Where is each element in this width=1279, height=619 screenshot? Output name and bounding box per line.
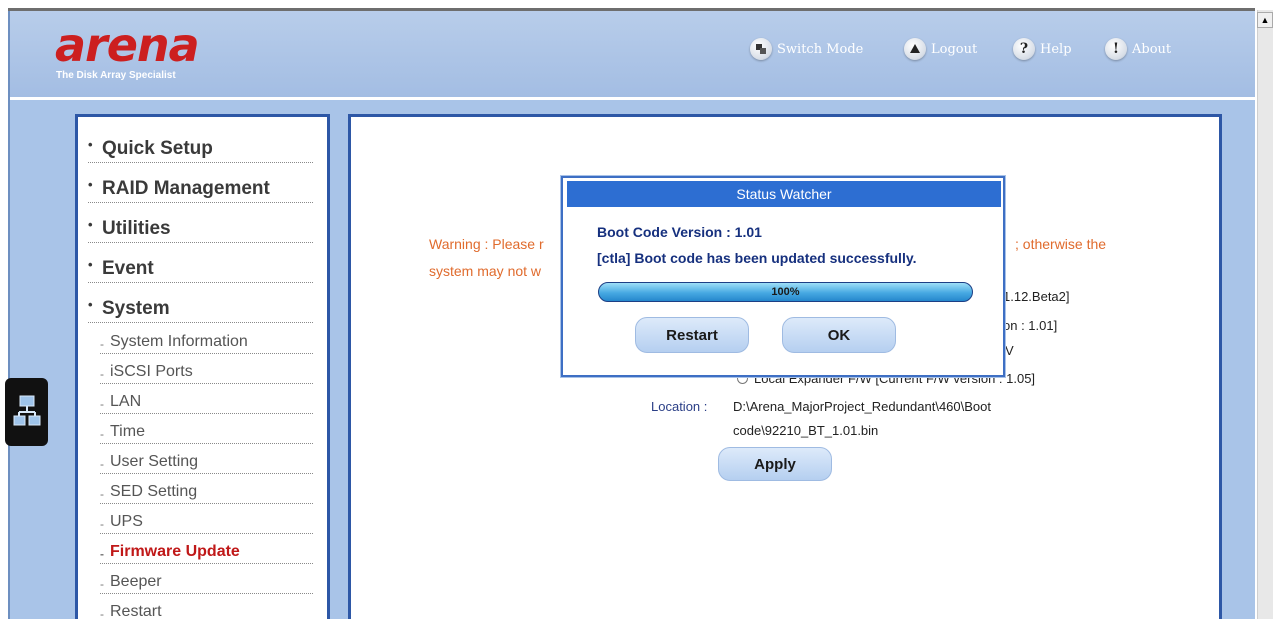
- warning-text-left: Warning : Please r: [429, 236, 544, 252]
- logout-button[interactable]: Logout: [904, 38, 977, 60]
- bullet-icon: •: [88, 257, 93, 272]
- firmware-option-partial: 1.12.Beta2]: [1003, 289, 1070, 304]
- progress-text: 100%: [771, 286, 800, 298]
- sidebar-item-raid-management[interactable]: • RAID Management: [88, 177, 313, 203]
- browser-viewport: arena The Disk Array Specialist Switch M…: [0, 0, 1279, 619]
- sidebar-item-event[interactable]: • Event: [88, 257, 313, 283]
- restart-button[interactable]: Restart: [635, 317, 749, 353]
- sidebar-item-beeper[interactable]: - Beeper: [100, 570, 313, 594]
- help-button[interactable]: ? Help: [1013, 38, 1072, 60]
- sidebar-item-label: Quick Setup: [102, 138, 213, 159]
- header-divider: [10, 97, 1255, 100]
- boot-code-version: Boot Code Version : 1.01: [597, 224, 762, 240]
- firmware-option-partial: on : 1.01]: [1003, 318, 1058, 333]
- ok-button[interactable]: OK: [782, 317, 896, 353]
- bullet-icon: •: [88, 297, 93, 312]
- warning-text-line2: system may not w: [429, 263, 542, 279]
- logout-icon: [904, 38, 926, 60]
- network-status-icon[interactable]: [5, 378, 48, 446]
- dialog-title: Status Watcher: [567, 181, 1001, 207]
- network-icon: [13, 395, 40, 426]
- left-margin: [0, 100, 8, 619]
- bullet-icon: •: [88, 137, 93, 152]
- about-button[interactable]: ! About: [1105, 38, 1171, 60]
- sidebar-item-quick-setup[interactable]: • Quick Setup: [88, 137, 313, 163]
- sidebar-item-time[interactable]: - Time: [100, 420, 313, 444]
- sidebar-item-system-information[interactable]: - System Information: [100, 330, 313, 354]
- sidebar-item-label: RAID Management: [102, 178, 270, 199]
- warning-text-right: ; otherwise the: [1015, 236, 1107, 252]
- switch-mode-icon: [750, 38, 772, 60]
- apply-button[interactable]: Apply: [718, 447, 832, 481]
- about-icon: !: [1105, 38, 1127, 60]
- bullet-icon: •: [88, 217, 93, 232]
- sidebar-item-lan[interactable]: - LAN: [100, 390, 313, 414]
- logo-tagline: The Disk Array Specialist: [56, 70, 176, 81]
- sidebar-item-restart[interactable]: - Restart: [100, 600, 313, 619]
- arena-logo: arena: [55, 18, 200, 72]
- about-label: About: [1132, 41, 1172, 57]
- sidebar-item-label: System: [102, 298, 170, 319]
- help-icon: ?: [1013, 38, 1035, 60]
- location-label: Location :: [651, 399, 708, 414]
- switch-mode-button[interactable]: Switch Mode: [750, 38, 863, 60]
- sidebar-item-label: Utilities: [102, 218, 171, 239]
- update-status-message: [ctla] Boot code has been updated succes…: [597, 250, 917, 266]
- vertical-scrollbar[interactable]: [1257, 10, 1273, 619]
- location-path-line2: code\92210_BT_1.01.bin: [733, 423, 879, 438]
- sidebar-item-iscsi-ports[interactable]: - iSCSI Ports: [100, 360, 313, 384]
- sidebar-item-label: Event: [102, 258, 154, 279]
- sidebar-item-user-setting[interactable]: - User Setting: [100, 450, 313, 474]
- switch-mode-label: Switch Mode: [777, 41, 864, 57]
- bullet-icon: •: [88, 177, 93, 192]
- firmware-option-partial: V: [1005, 343, 1014, 358]
- location-path-line1: D:\Arena_MajorProject_Redundant\460\Boot: [733, 399, 991, 414]
- sidebar-menu: • Quick Setup • RAID Management • Utilities…: [75, 114, 330, 619]
- sidebar-item-firmware-update[interactable]: - Firmware Update: [100, 540, 313, 564]
- logout-label: Logout: [931, 41, 978, 57]
- scroll-up-arrow-icon[interactable]: ▲: [1257, 12, 1273, 28]
- sidebar-item-ups[interactable]: - UPS: [100, 510, 313, 534]
- sidebar-item-system[interactable]: • System: [88, 297, 313, 323]
- sidebar-item-utilities[interactable]: • Utilities: [88, 217, 313, 243]
- sidebar-item-sed-setting[interactable]: - SED Setting: [100, 480, 313, 504]
- status-watcher-dialog: Status Watcher Boot Code Version : 1.01 …: [561, 176, 1005, 377]
- help-label: Help: [1040, 41, 1072, 57]
- progress-bar: 100%: [598, 282, 973, 302]
